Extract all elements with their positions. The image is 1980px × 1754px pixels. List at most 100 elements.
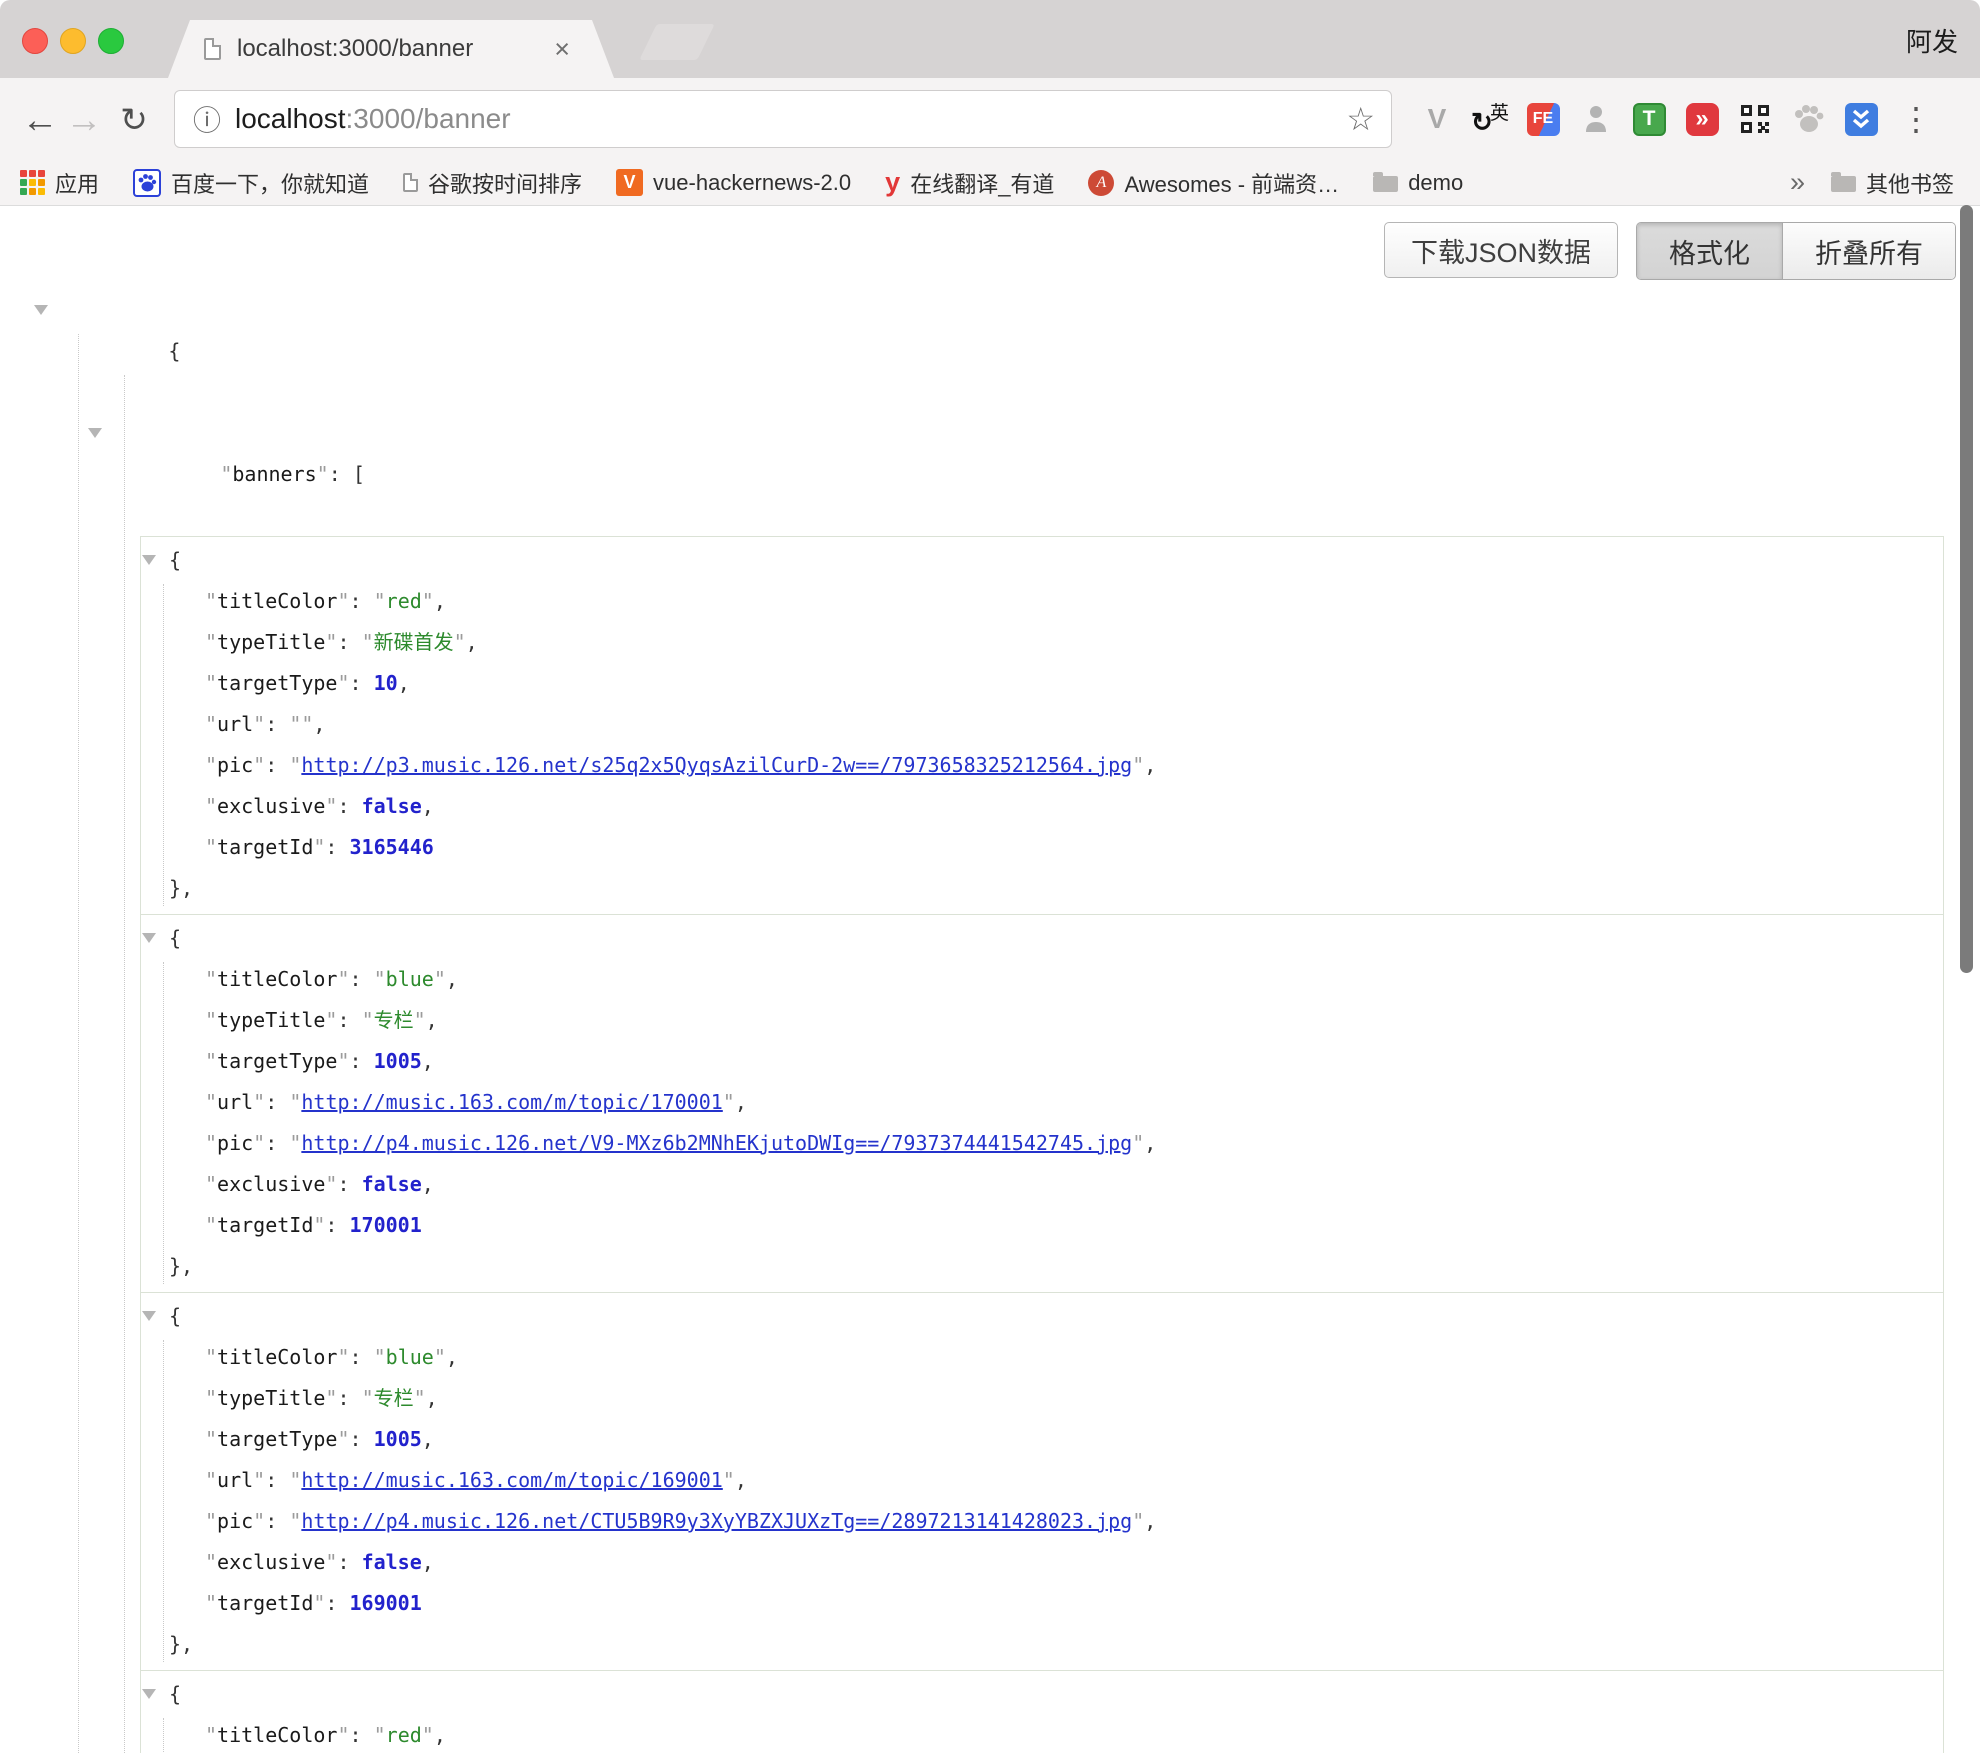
- json-property-line: "exclusive": false,: [141, 1164, 1943, 1205]
- json-property-line: "typeTitle": "新碟首发",: [141, 622, 1943, 663]
- collapse-all-button[interactable]: 折叠所有: [1783, 223, 1955, 279]
- video-downloader-icon[interactable]: »: [1683, 100, 1721, 138]
- bookmark-baidu[interactable]: 百度一下，你就知道: [133, 167, 369, 199]
- banner-list: {"titleColor": "red","typeTitle": "新碟首发"…: [0, 536, 1980, 1753]
- collapse-toggle-icon[interactable]: [142, 1689, 156, 1699]
- reload-button[interactable]: ↻: [112, 103, 156, 136]
- json-number-value: false: [362, 794, 422, 818]
- json-property-line: "targetType": 1005,: [141, 1041, 1943, 1082]
- json-string-value: 专栏: [374, 1386, 414, 1410]
- json-url-link[interactable]: http://p4.music.126.net/V9-MXz6b2MNhEKju…: [301, 1131, 1132, 1155]
- download-json-button[interactable]: 下载JSON数据: [1384, 222, 1618, 278]
- json-key: titleColor: [217, 1723, 337, 1747]
- zoom-window-button[interactable]: [98, 28, 124, 54]
- json-key: typeTitle: [217, 1008, 325, 1032]
- json-key: titleColor: [217, 967, 337, 991]
- other-bookmarks[interactable]: 其他书签: [1831, 167, 1954, 199]
- folder-icon: [1831, 176, 1856, 192]
- bookmark-demo-folder[interactable]: demo: [1373, 170, 1463, 196]
- json-number-value: 170001: [350, 1213, 422, 1237]
- json-key: targetType: [217, 1427, 337, 1451]
- json-property-line: "url": "",: [141, 704, 1943, 745]
- object-close-line: },: [141, 868, 1943, 909]
- tab-bar: localhost:3000/banner × 阿发: [0, 0, 1980, 78]
- toolbar: ← → ↻ ⓘ localhost:3000/banner ☆ V 英↻ FE …: [0, 78, 1980, 160]
- address-bar[interactable]: ⓘ localhost:3000/banner ☆: [174, 90, 1392, 148]
- page-favicon-icon: [204, 38, 221, 60]
- json-number-value: 169001: [350, 1591, 422, 1615]
- json-string-value: 新碟首发: [374, 630, 454, 654]
- collapse-toggle-icon[interactable]: [88, 428, 102, 438]
- json-number-value: 10: [374, 671, 398, 695]
- forward-button[interactable]: →: [62, 101, 106, 138]
- json-url-link[interactable]: http://music.163.com/m/topic/170001: [301, 1090, 722, 1114]
- json-key: exclusive: [217, 1172, 325, 1196]
- bookmark-google-sort[interactable]: 谷歌按时间排序: [403, 167, 582, 199]
- tampermonkey-icon[interactable]: T: [1630, 100, 1668, 138]
- json-property-line: "titleColor": "blue",: [141, 959, 1943, 1000]
- back-button[interactable]: ←: [18, 101, 62, 138]
- object-open-line: {: [141, 1674, 1943, 1715]
- json-key: url: [217, 1468, 253, 1492]
- json-key: titleColor: [217, 1345, 337, 1369]
- banner-object-box: {"titleColor": "red","typeTitle": "新碟首发"…: [140, 536, 1944, 915]
- json-number-value: 1005: [374, 1049, 422, 1073]
- collapse-toggle-icon[interactable]: [142, 933, 156, 943]
- object-open-line: {: [141, 540, 1943, 581]
- page-info-icon[interactable]: ⓘ: [193, 99, 221, 139]
- profile-name[interactable]: 阿发: [1906, 22, 1958, 59]
- format-button[interactable]: 格式化: [1637, 223, 1783, 279]
- json-url-link[interactable]: http://music.163.com/m/topic/169001: [301, 1468, 722, 1492]
- json-property-line: "targetId": 3165446: [141, 827, 1943, 868]
- new-tab-button[interactable]: [639, 24, 715, 60]
- banner-object-box: {"titleColor": "red","typeTitle": "歌单","…: [140, 1670, 1944, 1753]
- collapse-toggle-icon[interactable]: [142, 1311, 156, 1321]
- bookmark-youdao-translate[interactable]: y 在线翻译_有道: [885, 167, 1054, 199]
- vertical-scrollbar[interactable]: [1960, 205, 1973, 973]
- view-mode-group: 格式化 折叠所有: [1636, 222, 1956, 280]
- json-string-value: red: [386, 1723, 422, 1747]
- tab-close-icon[interactable]: ×: [554, 36, 570, 63]
- fe-helper-icon[interactable]: FE: [1524, 100, 1562, 138]
- indent-guide: [124, 375, 125, 1753]
- bookmark-awesomes[interactable]: A Awesomes - 前端资…: [1088, 167, 1339, 199]
- json-property-line: "pic": "http://p4.music.126.net/CTU5B9R9…: [141, 1501, 1943, 1542]
- collapse-toggle-icon[interactable]: [142, 555, 156, 565]
- bookmark-vue-hackernews[interactable]: V vue-hackernews-2.0: [616, 169, 851, 196]
- json-property-line: "titleColor": "blue",: [141, 1337, 1943, 1378]
- json-property-line: "targetId": 169001: [141, 1583, 1943, 1624]
- browser-menu-icon[interactable]: ⋮: [1900, 100, 1932, 138]
- vue-icon: V: [616, 169, 643, 196]
- url-text[interactable]: localhost:3000/banner: [235, 103, 1346, 135]
- person-icon[interactable]: [1577, 100, 1615, 138]
- indent-guide: [78, 334, 79, 1753]
- json-key: titleColor: [217, 589, 337, 613]
- collapse-toggle-icon[interactable]: [34, 305, 48, 315]
- bookmarks-overflow-icon[interactable]: »: [1790, 167, 1805, 198]
- object-close-line: },: [141, 1246, 1943, 1287]
- translate-icon[interactable]: 英↻: [1471, 100, 1509, 138]
- json-property-line: "exclusive": false,: [141, 786, 1943, 827]
- json-number-value: 3165446: [350, 835, 434, 859]
- json-key: typeTitle: [217, 1386, 325, 1410]
- minimize-window-button[interactable]: [60, 28, 86, 54]
- browser-window: localhost:3000/banner × 阿发 ← → ↻ ⓘ local…: [0, 0, 1980, 1754]
- bookmark-apps[interactable]: 应用: [20, 167, 99, 199]
- json-property-line: "titleColor": "red",: [141, 581, 1943, 622]
- qr-code-icon[interactable]: [1736, 100, 1774, 138]
- json-string-value: 专栏: [374, 1008, 414, 1032]
- json-number-value: 1005: [374, 1427, 422, 1451]
- paw-icon[interactable]: [1789, 100, 1827, 138]
- object-open-line: {: [141, 918, 1943, 959]
- json-url-link[interactable]: http://p3.music.126.net/s25q2x5QyqsAzilC…: [301, 753, 1132, 777]
- json-property-line: "typeTitle": "专栏",: [141, 1000, 1943, 1041]
- close-window-button[interactable]: [22, 28, 48, 54]
- browser-tab[interactable]: localhost:3000/banner ×: [168, 20, 614, 78]
- bookmark-star-icon[interactable]: ☆: [1346, 100, 1375, 138]
- object-open-line: {: [141, 1296, 1943, 1337]
- vue-devtools-icon[interactable]: V: [1418, 100, 1456, 138]
- download-chevrons-icon[interactable]: [1842, 100, 1880, 138]
- page-content: 下载JSON数据 格式化 折叠所有 { "banners": [ {"title…: [0, 206, 1980, 1753]
- json-url-link[interactable]: http://p4.music.126.net/CTU5B9R9y3XyYBZX…: [301, 1509, 1132, 1533]
- json-root-open-line: {: [0, 290, 1980, 413]
